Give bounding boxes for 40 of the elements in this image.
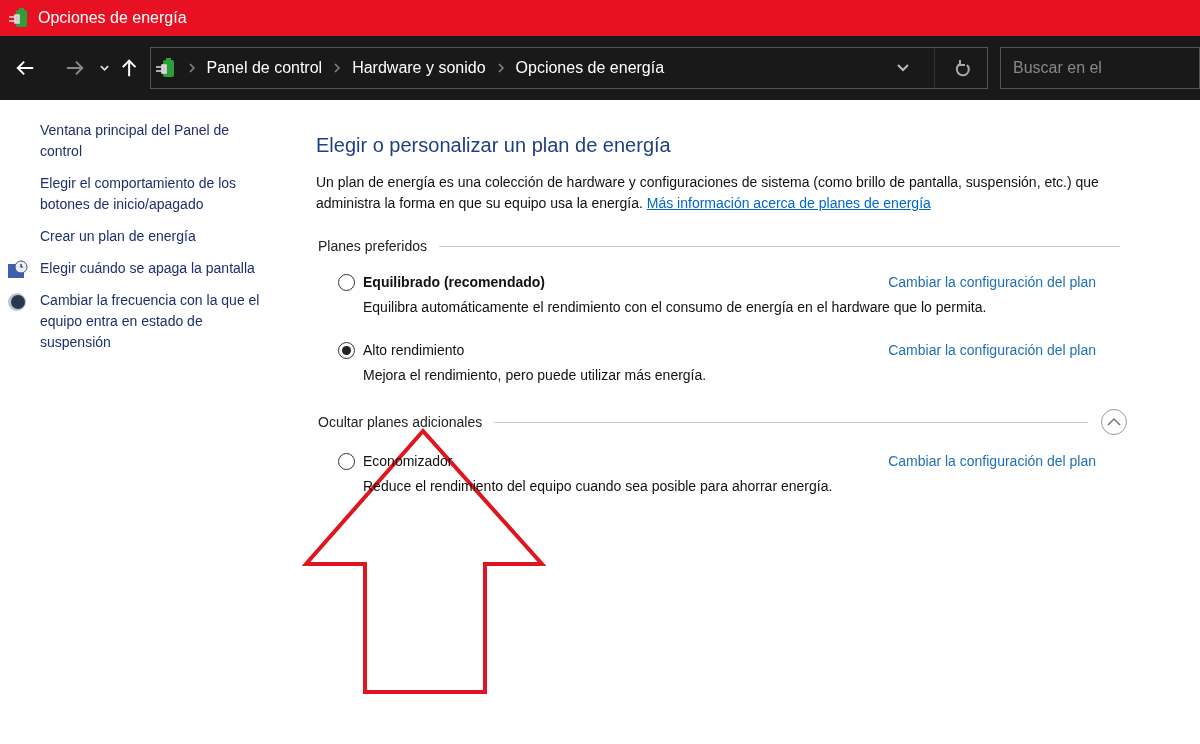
address-bar[interactable]: Panel de control Hardware y sonido Opciones de energía — [149, 47, 988, 89]
sidebar-link[interactable]: Elegir cuándo se apaga la pantalla — [40, 258, 268, 279]
change-plan-settings-link[interactable]: Cambiar la configuración del plan — [888, 272, 1096, 293]
change-plan-settings-link[interactable]: Cambiar la configuración del plan — [888, 340, 1096, 361]
change-plan-settings-link[interactable]: Cambiar la configuración del plan — [888, 451, 1096, 472]
chevron-right-icon — [497, 63, 504, 73]
moon-icon — [7, 292, 27, 312]
sidebar-link[interactable]: Ventana principal del Panel de control — [40, 120, 268, 162]
window-title: Opciones de energía — [38, 8, 187, 28]
battery-plug-icon — [154, 57, 177, 79]
back-arrow-icon[interactable] — [16, 59, 35, 77]
chevron-right-icon — [334, 63, 341, 73]
page-heading: Elegir o personalizar un plan de energía — [316, 133, 672, 158]
group-heading: Ocultar planes adicionales — [318, 412, 483, 432]
intro-text: Un plan de energía es una colección de hardware y configuraciones de sistema (como brillo de pantalla, suspensión, etc.) que administra la forma en que su equipo usa la energía. Más información acerca de planes de energía — [316, 173, 1100, 213]
breadcrumb-item[interactable]: Panel de control — [206, 56, 323, 80]
collapse-chevron-icon[interactable] — [1100, 408, 1128, 436]
radio-button[interactable] — [338, 453, 355, 470]
radio-button[interactable] — [338, 274, 355, 291]
plan-name: Equilibrado (recomendado) — [363, 273, 545, 292]
sidebar-link[interactable]: Elegir el comportamiento de los botones de inicio/apagado — [40, 173, 268, 215]
battery-plug-icon — [8, 7, 30, 29]
up-arrow-icon[interactable] — [121, 58, 138, 78]
more-info-link[interactable]: Más información acerca de planes de energía — [646, 195, 931, 211]
chevron-right-icon — [188, 63, 195, 73]
refresh-icon[interactable] — [955, 59, 971, 77]
radio-button[interactable] — [338, 342, 355, 359]
clock-monitor-icon — [7, 260, 29, 280]
forward-arrow-icon[interactable] — [66, 59, 85, 77]
chevron-down-icon[interactable] — [100, 64, 110, 72]
sidebar-link[interactable]: Cambiar la frecuencia con la que el equipo entra en estado de suspensión — [40, 290, 268, 353]
plan-description: Mejora el rendimiento, pero puede utilizar más energía. — [363, 366, 708, 385]
search-field[interactable]: Buscar en el — [1000, 47, 1200, 89]
plan-name: Alto rendimiento — [363, 341, 465, 360]
breadcrumb-item[interactable]: Hardware y sonido — [352, 56, 486, 80]
group-heading: Planes preferidos — [318, 237, 427, 256]
breadcrumb-item[interactable]: Opciones de energía — [515, 56, 665, 80]
chevron-down-icon[interactable] — [896, 63, 910, 73]
plan-description: Equilibra automáticamente el rendimiento con el consumo de energía en el hardware que lo permita. — [363, 298, 988, 317]
sidebar-link[interactable]: Crear un plan de energía — [40, 226, 268, 247]
